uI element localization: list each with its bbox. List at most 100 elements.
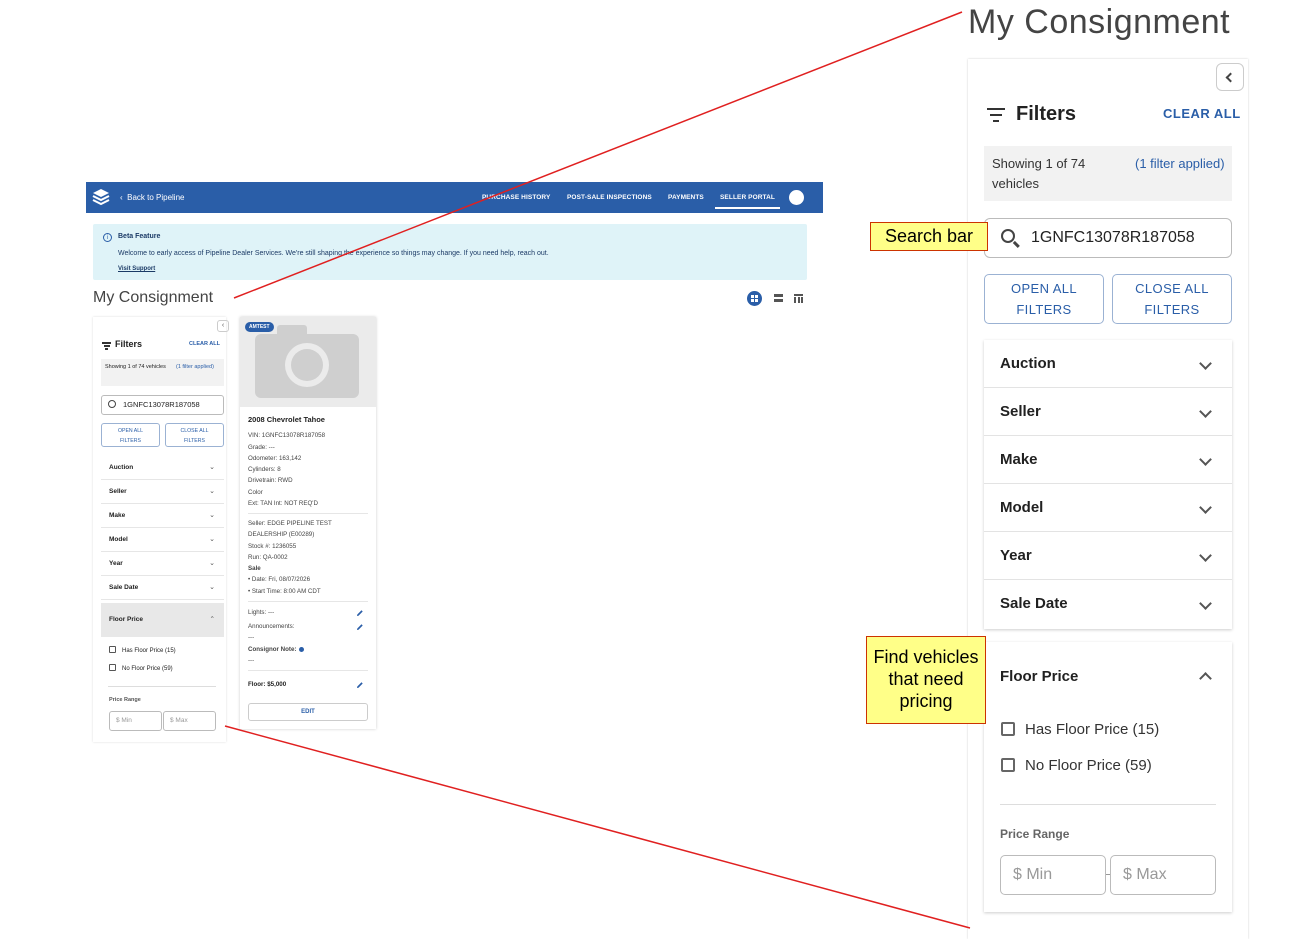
auction-badge: AMTEST — [245, 322, 274, 332]
sale-date: • Date: Fri, 08/07/2026 — [248, 576, 311, 583]
edit-pencil-icon[interactable] — [356, 623, 364, 631]
edit-button[interactable]: EDIT — [248, 703, 368, 721]
search-input[interactable]: 1GNFC13078R187058 — [984, 218, 1232, 258]
price-min-input[interactable]: $ Min — [109, 711, 162, 731]
filter-label: Floor Price — [109, 616, 143, 623]
edit-pencil-icon[interactable] — [356, 681, 364, 689]
open-all-label-2: FILTERS — [120, 438, 141, 444]
table-view-icon[interactable] — [791, 291, 806, 306]
nav-purchase-history[interactable]: PURCHASE HISTORY — [482, 194, 550, 201]
lights: Lights: --- — [248, 609, 275, 616]
close-all-label: CLOSE ALL — [1135, 281, 1209, 296]
edit-pencil-icon[interactable] — [356, 609, 364, 617]
nav-seller-portal[interactable]: SELLER PORTAL — [715, 194, 780, 209]
close-all-filters-button[interactable]: CLOSE ALL FILTERS — [165, 423, 224, 447]
info-icon: i — [103, 233, 112, 242]
filter-seller[interactable]: Seller — [984, 388, 1232, 436]
back-to-pipeline-link[interactable]: ‹ Back to Pipeline — [120, 193, 184, 202]
pointer-line-bottom — [224, 725, 971, 929]
search-bar-callout: Search bar — [870, 222, 988, 251]
filter-make[interactable]: Make — [984, 436, 1232, 484]
filter-label: Make — [1000, 451, 1038, 468]
stock-number: Stock #: 1236055 — [248, 543, 297, 550]
clear-all-button[interactable]: CLEAR ALL — [1163, 106, 1241, 121]
filters-applied: (1 filter applied) — [1135, 156, 1225, 171]
chevron-down-icon: ⌄ — [209, 512, 215, 519]
filter-auction[interactable]: Auction ⌄ — [101, 456, 224, 480]
checkbox-label: Has Floor Price (15) — [1025, 721, 1160, 738]
filter-sale-date[interactable]: Sale Date — [984, 580, 1232, 628]
announcements: Announcements: — [248, 623, 295, 630]
filter-sale-date[interactable]: Sale Date ⌄ — [101, 576, 224, 600]
close-all-label-2: FILTERS — [184, 438, 205, 444]
floor-price-header[interactable]: Floor Price — [1000, 668, 1078, 685]
grid-view-icon[interactable] — [747, 291, 762, 306]
app-screenshot-thumbnail: ‹ Back to Pipeline PURCHASE HISTORY POST… — [86, 182, 823, 752]
clear-all-button[interactable]: CLEAR ALL — [189, 341, 220, 347]
chevron-down-icon — [1199, 597, 1212, 610]
filter-label: Sale Date — [109, 584, 139, 591]
search-input[interactable]: 1GNFC13078R187058 — [101, 395, 224, 415]
filter-auction[interactable]: Auction — [984, 340, 1232, 388]
beta-text: Welcome to early access of Pipeline Deal… — [118, 250, 549, 257]
cylinders: Cylinders: 8 — [248, 466, 281, 473]
price-range-label: Price Range — [1000, 827, 1070, 841]
no-floor-price-checkbox[interactable]: No Floor Price (59) — [1001, 757, 1152, 774]
nav-payments[interactable]: PAYMENTS — [668, 194, 704, 201]
price-max-input[interactable]: $ Max — [163, 711, 216, 731]
vehicle-card[interactable]: AMTEST 2008 Chevrolet Tahoe VIN: 1GNFC13… — [240, 317, 376, 729]
checkbox-label: No Floor Price (59) — [1025, 757, 1152, 774]
filter-seller[interactable]: Seller ⌄ — [101, 480, 224, 504]
open-all-filters-button[interactable]: OPEN ALL FILTERS — [984, 274, 1104, 324]
price-max-input[interactable]: $ Max — [1110, 855, 1216, 895]
filter-make[interactable]: Make ⌄ — [101, 504, 224, 528]
showing-count: Showing 1 of 74 vehicles — [992, 156, 1086, 191]
no-floor-price-checkbox[interactable]: No Floor Price (59) — [109, 664, 173, 672]
chevron-down-icon: ⌄ — [209, 464, 215, 471]
collapse-filters-button[interactable]: ‹ — [217, 320, 229, 332]
has-floor-price-checkbox[interactable]: Has Floor Price (15) — [109, 646, 176, 654]
find-vehicles-callout: Find vehicles that need pricing — [866, 636, 986, 724]
account-avatar-icon[interactable] — [789, 190, 804, 205]
close-all-label: CLOSE ALL — [180, 428, 209, 434]
filter-label: Seller — [1000, 403, 1041, 420]
chevron-down-icon: ⌄ — [209, 488, 215, 495]
open-all-filters-button[interactable]: OPEN ALL FILTERS — [101, 423, 160, 447]
vin: VIN: 1GNFC13078R187058 — [248, 432, 326, 439]
price-min-input[interactable]: $ Min — [1000, 855, 1106, 895]
filter-year[interactable]: Year ⌄ — [101, 552, 224, 576]
filter-model[interactable]: Model — [984, 484, 1232, 532]
back-label: Back to Pipeline — [127, 193, 185, 202]
filters-applied: (1 filter applied) — [176, 364, 214, 370]
floor-price: Floor: $5,000 — [248, 681, 287, 688]
announcements-value: --- — [248, 634, 255, 641]
chevron-up-icon[interactable] — [1199, 672, 1212, 685]
callout-line-1: Find vehicles — [873, 647, 979, 667]
visit-support-link[interactable]: Visit Support — [118, 266, 155, 272]
chevron-down-icon — [1199, 405, 1212, 418]
run: Run: QA-0002 — [248, 554, 288, 561]
divider — [108, 686, 216, 687]
collapse-filters-button[interactable] — [1216, 63, 1244, 91]
filter-year[interactable]: Year — [984, 532, 1232, 580]
close-all-filters-button[interactable]: CLOSE ALL FILTERS — [1112, 274, 1232, 324]
odometer: Odometer: 163,142 — [248, 455, 302, 462]
filters-title: Filters — [1016, 103, 1077, 125]
result-count: Showing 1 of 74 vehicles (1 filter appli… — [101, 359, 224, 386]
divider — [248, 601, 368, 602]
zoomed-page-title: My Consignment — [968, 3, 1231, 41]
divider — [248, 670, 368, 671]
list-view-icon[interactable] — [771, 291, 786, 306]
filter-floor-price[interactable]: Floor Price ⌃ — [101, 603, 224, 637]
view-toggle-group — [747, 291, 807, 307]
filter-list-icon — [987, 108, 1005, 122]
seller-2: DEALERSHIP (E00289) — [248, 531, 315, 538]
nav-post-sale-inspections[interactable]: POST-SALE INSPECTIONS — [567, 194, 652, 201]
filter-model[interactable]: Model ⌄ — [101, 528, 224, 552]
filter-label: Make — [109, 512, 126, 519]
divider — [1000, 804, 1216, 805]
filter-label: Seller — [109, 488, 127, 495]
info-dot-icon[interactable] — [299, 647, 305, 652]
has-floor-price-checkbox[interactable]: Has Floor Price (15) — [1001, 721, 1159, 738]
checkbox-icon — [1001, 722, 1015, 736]
